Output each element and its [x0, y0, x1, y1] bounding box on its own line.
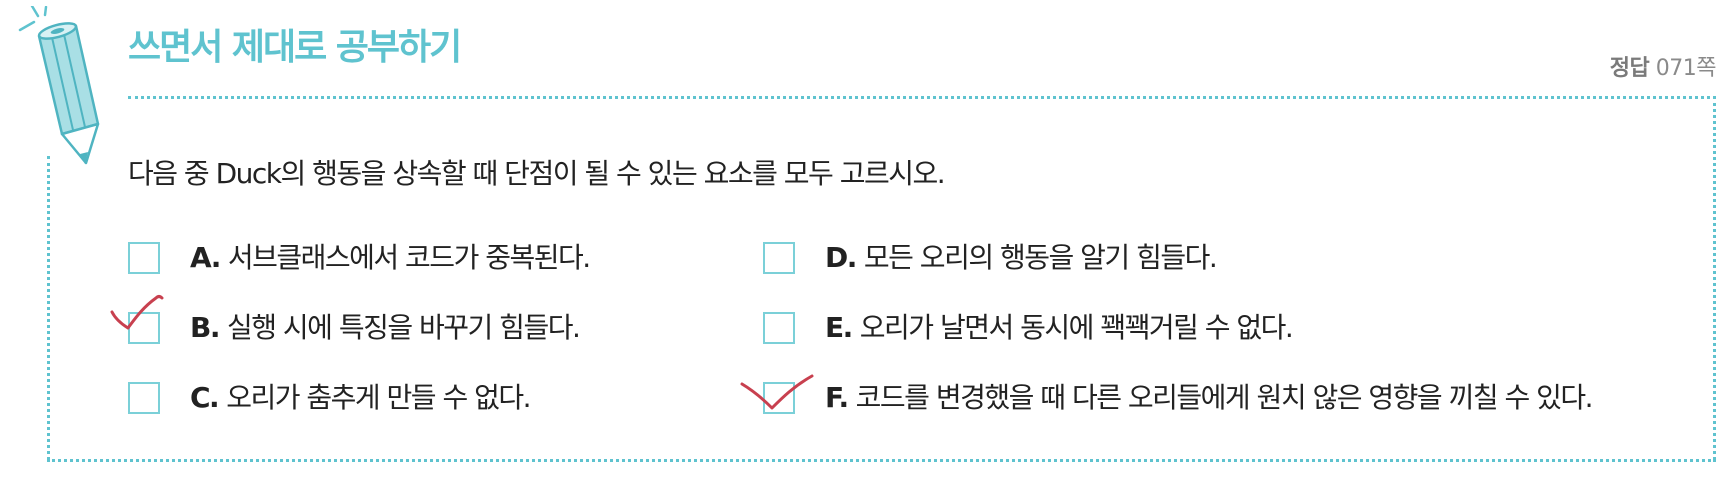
option-c[interactable]: C. 오리가 춤추게 만들 수 없다. — [128, 381, 532, 415]
checkbox-e[interactable] — [763, 312, 795, 344]
option-e-text: 오리가 날면서 동시에 꽥꽥거릴 수 없다. — [859, 311, 1294, 344]
dotted-border-left — [47, 156, 50, 460]
checkbox-d[interactable] — [763, 242, 795, 274]
checkbox-a[interactable] — [128, 242, 160, 274]
checkbox-c[interactable] — [128, 382, 160, 414]
option-d-text: 모든 오리의 행동을 알기 힘들다. — [863, 241, 1218, 274]
option-a-letter: A. — [190, 241, 221, 274]
option-a-text: 서브클래스에서 코드가 중복된다. — [227, 241, 591, 274]
option-a-label: A. 서브클래스에서 코드가 중복된다. — [190, 241, 591, 274]
answer-label: 정답 — [1609, 56, 1650, 81]
dotted-border-bottom — [47, 459, 1716, 462]
option-e[interactable]: E. 오리가 날면서 동시에 꽥꽥거릴 수 없다. — [763, 311, 1294, 345]
option-e-label: E. 오리가 날면서 동시에 꽥꽥거릴 수 없다. — [825, 311, 1294, 344]
question-text: 다음 중 Duck의 행동을 상속할 때 단점이 될 수 있는 요소를 모두 고… — [128, 157, 946, 190]
answer-reference: 정답 071쪽 — [1609, 50, 1717, 82]
option-b-text: 실행 시에 특징을 바꾸기 힘들다. — [226, 311, 581, 344]
option-d-label: D. 모든 오리의 행동을 알기 힘들다. — [825, 241, 1218, 274]
option-c-label: C. 오리가 춤추게 만들 수 없다. — [190, 381, 532, 414]
answer-page: 071쪽 — [1655, 56, 1717, 81]
option-b-label: B. 실행 시에 특징을 바꾸기 힘들다. — [190, 311, 581, 344]
option-f-label: F. 코드를 변경했을 때 다른 오리들에게 원치 않은 영향을 끼칠 수 있다. — [825, 381, 1594, 414]
option-d[interactable]: D. 모든 오리의 행동을 알기 힘들다. — [763, 241, 1218, 275]
dotted-border-right — [1713, 96, 1716, 460]
page-title: 쓰면서 제대로 공부하기 — [128, 27, 462, 68]
option-d-letter: D. — [825, 241, 857, 274]
option-c-letter: C. — [190, 381, 220, 414]
checkbox-b[interactable] — [128, 312, 160, 344]
option-e-letter: E. — [825, 311, 853, 344]
option-c-text: 오리가 춤추게 만들 수 없다. — [226, 381, 531, 414]
checkbox-f[interactable] — [763, 382, 795, 414]
option-b[interactable]: B. 실행 시에 특징을 바꾸기 힘들다. — [128, 311, 581, 345]
option-b-letter: B. — [190, 311, 220, 344]
option-a[interactable]: A. 서브클래스에서 코드가 중복된다. — [128, 241, 591, 275]
option-f-letter: F. — [825, 381, 849, 414]
option-f[interactable]: F. 코드를 변경했을 때 다른 오리들에게 원치 않은 영향을 끼칠 수 있다. — [763, 381, 1594, 415]
option-f-text: 코드를 변경했을 때 다른 오리들에게 원치 않은 영향을 끼칠 수 있다. — [855, 381, 1594, 414]
dotted-border-top — [128, 96, 1716, 99]
pencil-icon — [18, 6, 100, 165]
